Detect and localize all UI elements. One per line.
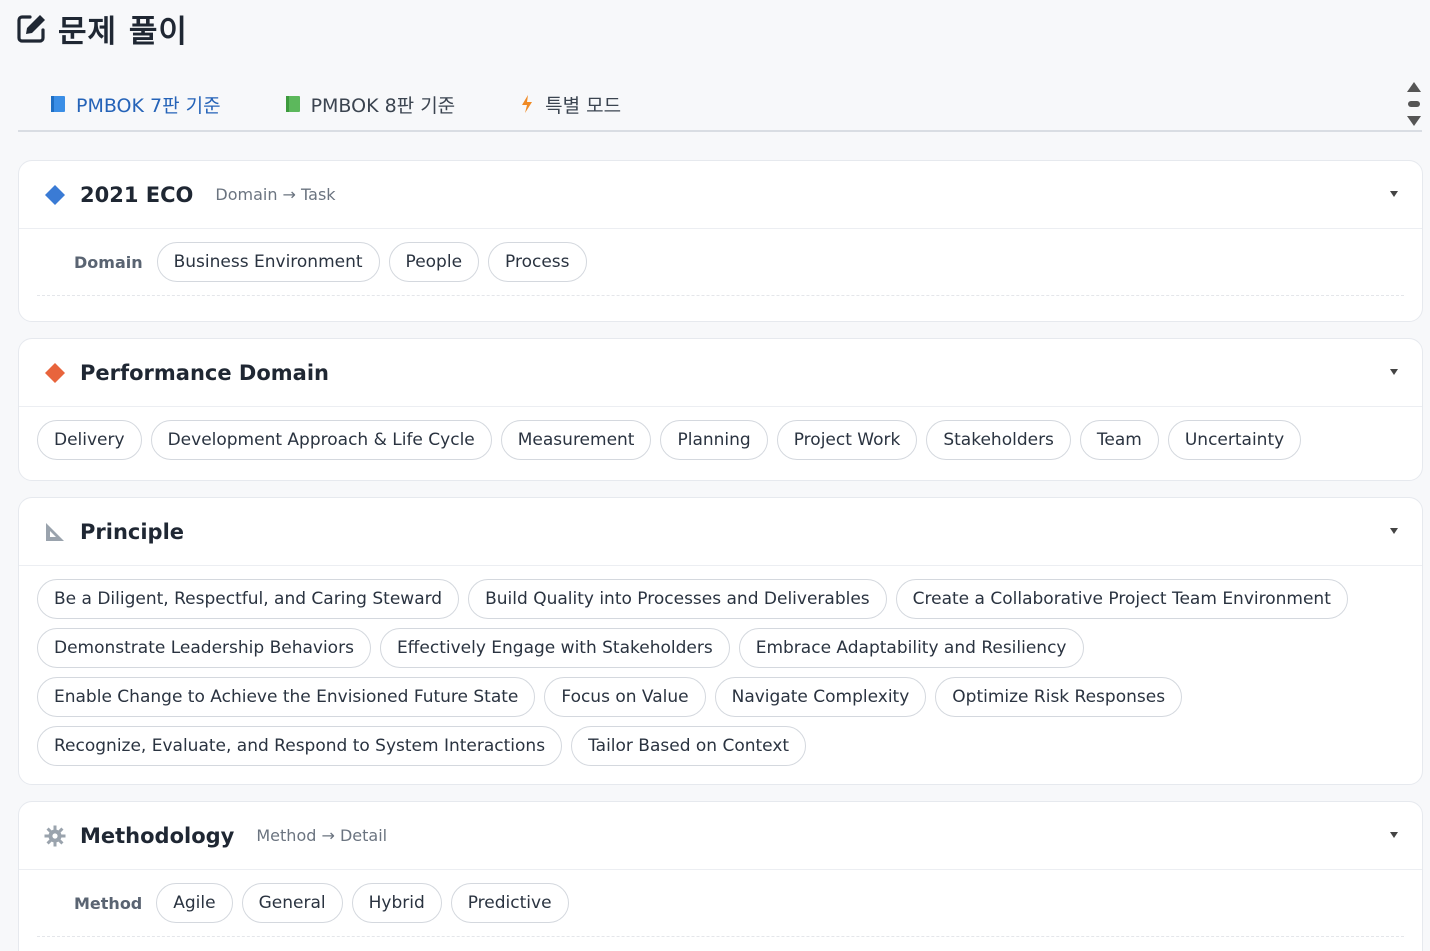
chip[interactable]: Optimize Risk Responses bbox=[935, 677, 1183, 717]
collapse-caret-icon[interactable] bbox=[1390, 369, 1398, 375]
chip[interactable]: Create a Collaborative Project Team Envi… bbox=[895, 579, 1348, 619]
card-title: 2021 ECO bbox=[80, 182, 194, 207]
chip[interactable]: Development Approach & Life Cycle bbox=[150, 420, 492, 460]
performance-card-header[interactable]: Performance Domain bbox=[19, 339, 1422, 407]
methodology-card-header[interactable]: Methodology Method → Detail bbox=[19, 802, 1422, 870]
chip-row: Be a Diligent, Respectful, and Caring St… bbox=[37, 579, 1404, 619]
card-subtitle: Domain → Task bbox=[215, 185, 336, 204]
page-title: 문제 풀이 bbox=[58, 13, 188, 50]
card-title: Principle bbox=[80, 519, 185, 544]
scroll-up-icon[interactable] bbox=[1407, 82, 1421, 92]
eco-card: 2021 ECO Domain → Task Domain Business E… bbox=[18, 160, 1423, 322]
chip-row: Method Agile General Hybrid Predictive bbox=[37, 883, 1404, 923]
tab-label: PMBOK 8판 기준 bbox=[310, 94, 456, 117]
chip[interactable]: Navigate Complexity bbox=[714, 677, 927, 717]
chip[interactable]: Hybrid bbox=[351, 883, 442, 923]
chip[interactable]: Focus on Value bbox=[544, 677, 706, 717]
tab-scroll-control[interactable] bbox=[1406, 82, 1422, 126]
chip[interactable]: Embrace Adaptability and Resiliency bbox=[738, 628, 1084, 668]
chip[interactable]: Predictive bbox=[450, 883, 569, 923]
card-subtitle: Method → Detail bbox=[256, 826, 388, 845]
chip[interactable]: Build Quality into Processes and Deliver… bbox=[468, 579, 887, 619]
lightning-icon bbox=[517, 94, 537, 114]
chip-row: Domain Business Environment People Proce… bbox=[37, 242, 1404, 282]
eco-card-header[interactable]: 2021 ECO Domain → Task bbox=[19, 161, 1422, 229]
chip[interactable]: Process bbox=[488, 242, 587, 282]
chip[interactable]: Effectively Engage with Stakeholders bbox=[379, 628, 730, 668]
tab-label: 특별 모드 bbox=[545, 94, 622, 117]
chip[interactable]: Measurement bbox=[500, 420, 652, 460]
chip[interactable]: Stakeholders bbox=[926, 420, 1071, 460]
row-label: Domain bbox=[74, 252, 143, 272]
chip[interactable]: Delivery bbox=[37, 420, 142, 460]
principle-card: Principle Be a Diligent, Respectful, and… bbox=[18, 497, 1423, 785]
collapse-caret-icon[interactable] bbox=[1390, 528, 1398, 534]
scroll-down-icon[interactable] bbox=[1407, 116, 1421, 126]
divider bbox=[37, 295, 1404, 296]
tab-pmbok8[interactable]: PMBOK 8판 기준 bbox=[283, 91, 456, 118]
chip[interactable]: People bbox=[388, 242, 480, 282]
divider bbox=[37, 936, 1404, 937]
collapse-caret-icon[interactable] bbox=[1390, 832, 1398, 838]
tab-label: PMBOK 7판 기준 bbox=[76, 94, 221, 117]
collapse-caret-icon[interactable] bbox=[1390, 191, 1398, 197]
chip[interactable]: Uncertainty bbox=[1167, 420, 1302, 460]
chip[interactable]: Demonstrate Leadership Behaviors bbox=[37, 628, 371, 668]
chip[interactable]: Team bbox=[1079, 420, 1159, 460]
gear-icon bbox=[43, 824, 67, 848]
row-label: Method bbox=[74, 893, 143, 913]
chip[interactable]: Tailor Based on Context bbox=[571, 726, 807, 766]
methodology-card: Methodology Method → Detail Method Agile… bbox=[18, 801, 1423, 951]
chip[interactable]: Agile bbox=[156, 883, 233, 923]
blue-book-icon bbox=[48, 94, 68, 114]
card-title: Performance Domain bbox=[80, 360, 329, 385]
chip-row: Demonstrate Leadership Behaviors Effecti… bbox=[37, 628, 1404, 668]
orange-diamond-icon bbox=[43, 361, 67, 385]
chip-row: Enable Change to Achieve the Envisioned … bbox=[37, 677, 1404, 717]
chip-row: Recognize, Evaluate, and Respond to Syst… bbox=[37, 726, 1404, 766]
chip[interactable]: Be a Diligent, Respectful, and Caring St… bbox=[37, 579, 460, 619]
triangle-ruler-icon bbox=[43, 520, 67, 544]
tab-pmbok7[interactable]: PMBOK 7판 기준 bbox=[48, 91, 221, 118]
page-header: 문제 풀이 bbox=[16, 6, 188, 50]
performance-domain-card: Performance Domain Delivery Development … bbox=[18, 338, 1423, 481]
scroll-handle[interactable] bbox=[1408, 101, 1420, 107]
green-book-icon bbox=[283, 94, 303, 114]
chip[interactable]: Business Environment bbox=[156, 242, 380, 282]
chip[interactable]: Project Work bbox=[776, 420, 918, 460]
blue-diamond-icon bbox=[43, 183, 67, 207]
chip[interactable]: General bbox=[241, 883, 343, 923]
chip[interactable]: Enable Change to Achieve the Envisioned … bbox=[37, 677, 536, 717]
card-title: Methodology bbox=[80, 823, 235, 848]
chip[interactable]: Recognize, Evaluate, and Respond to Syst… bbox=[37, 726, 563, 766]
edit-icon bbox=[16, 12, 48, 44]
chip-row: Delivery Development Approach & Life Cyc… bbox=[37, 420, 1404, 460]
mode-tabs: PMBOK 7판 기준 PMBOK 8판 기준 특별 모드 bbox=[18, 78, 1422, 132]
chip[interactable]: Planning bbox=[660, 420, 768, 460]
tab-special-mode[interactable]: 특별 모드 bbox=[517, 91, 621, 118]
principle-card-header[interactable]: Principle bbox=[19, 498, 1422, 566]
